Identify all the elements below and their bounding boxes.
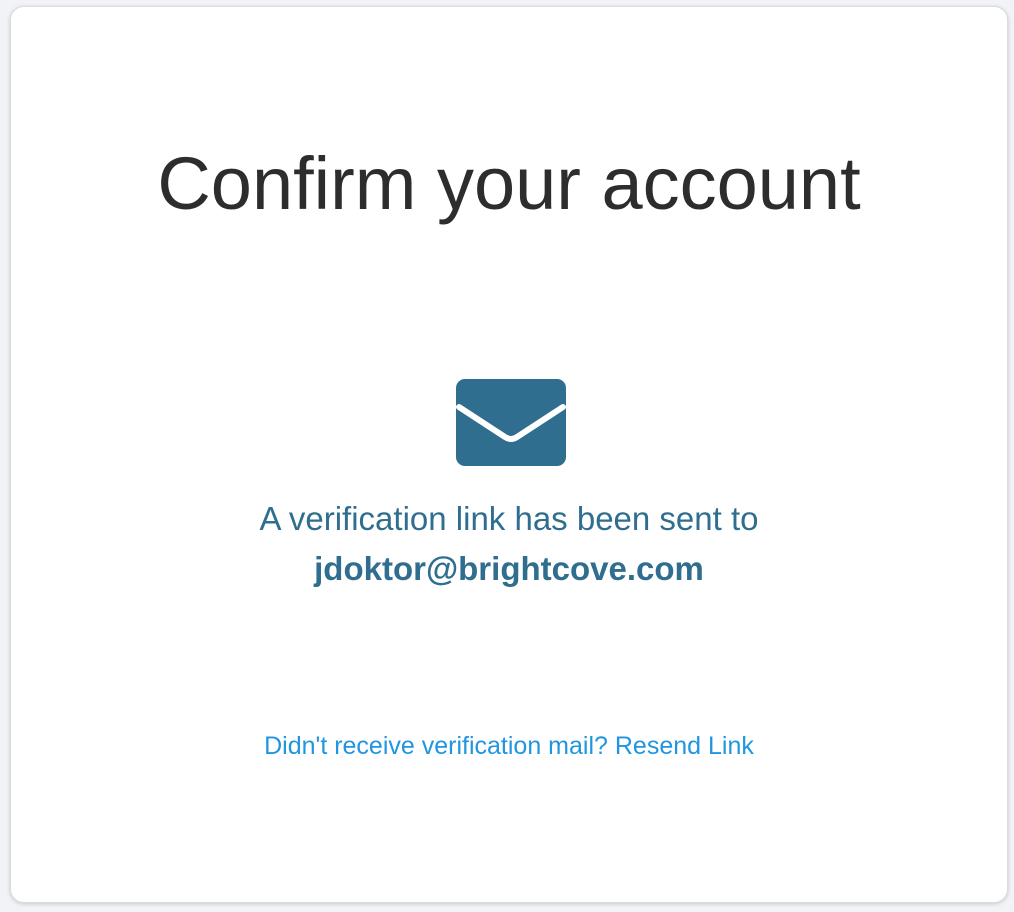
resend-link[interactable]: Didn't receive verification mail? Resend…: [264, 732, 754, 760]
recipient-email: jdoktor@brightcove.com: [314, 550, 704, 587]
page-title: Confirm your account: [157, 142, 861, 225]
envelope-icon: [456, 379, 566, 466]
verification-message: A verification link has been sent to: [259, 500, 759, 537]
confirm-account-card: Confirm your account A verification link…: [10, 6, 1008, 903]
resend-prompt: Didn't receive verification mail? Resend…: [11, 731, 1007, 761]
